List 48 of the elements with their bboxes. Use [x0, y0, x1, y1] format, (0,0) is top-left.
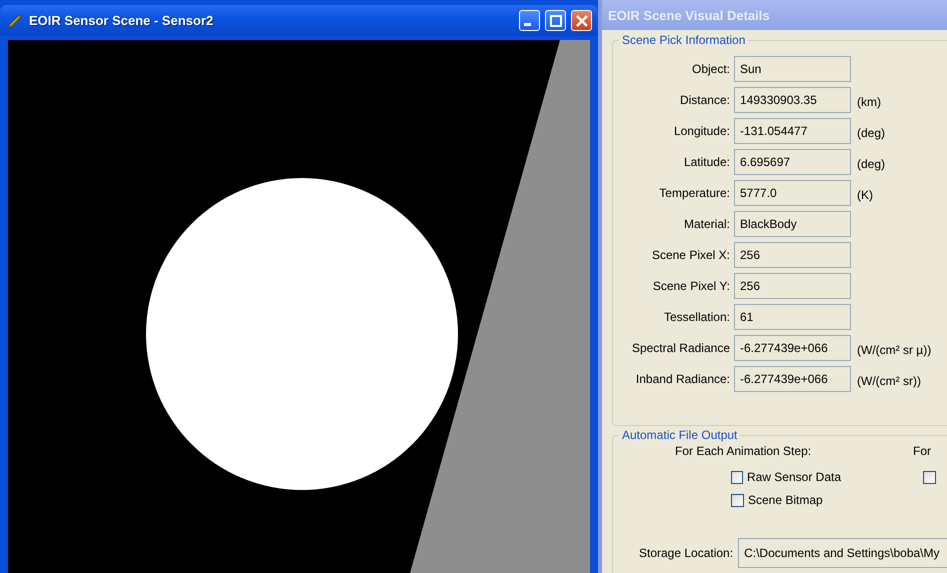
checkbox-label: Raw Sensor Data: [746, 470, 841, 484]
close-icon: [576, 14, 588, 26]
path-field[interactable]: C:\Documents and Settings\boba\My: [738, 538, 947, 568]
field-label: Temperature:: [658, 186, 730, 200]
field-label: Longitude:: [672, 124, 730, 138]
unit-label: (W/(cm² sr µ)): [856, 342, 932, 357]
value-field[interactable]: 6.695697: [734, 149, 851, 175]
value-field[interactable]: BlackBody: [734, 211, 851, 237]
checkbox-label: Scene Bitmap: [748, 493, 823, 507]
checkbox[interactable]: [731, 494, 744, 506]
unit-label: (deg): [856, 156, 886, 171]
field-label: Scene Pixel Y:: [652, 279, 730, 293]
value-field[interactable]: 256: [734, 242, 851, 268]
value-field[interactable]: 256: [734, 273, 851, 299]
value-field[interactable]: -6.277439e+066: [734, 366, 851, 392]
checkbox[interactable]: [923, 470, 936, 484]
window-title: EOIR Sensor Scene - Sensor2: [29, 13, 214, 28]
maximize-icon: [550, 14, 562, 26]
pen-icon: [6, 12, 24, 30]
column-heading: For: [913, 444, 931, 460]
unit-label: (km): [856, 94, 882, 109]
field-label: Latitude:: [682, 155, 730, 169]
window-title: EOIR Scene Visual Details: [608, 8, 770, 22]
value-field[interactable]: 61: [734, 304, 851, 330]
field-label: Inband Radiance:: [634, 372, 730, 386]
value-field[interactable]: -131.054477: [734, 118, 851, 144]
group-title: Scene Pick Information: [621, 33, 746, 47]
checkbox[interactable]: [731, 470, 743, 484]
minimize-button[interactable]: [519, 10, 540, 31]
field-label: Scene Pixel X:: [650, 248, 730, 262]
value-field[interactable]: Sun: [734, 56, 851, 82]
field-label: Tessellation:: [662, 310, 730, 324]
field-label: Material:: [682, 217, 730, 231]
unit-label: (K): [856, 187, 874, 202]
maximize-button[interactable]: [545, 10, 566, 31]
unit-label: (deg): [856, 125, 886, 140]
value-field[interactable]: -6.277439e+066: [734, 335, 851, 361]
unit-label: (W/(cm² sr)): [856, 373, 922, 388]
field-label: Object:: [690, 62, 730, 76]
field-label: Distance:: [678, 93, 730, 107]
group-title: Automatic File Output: [621, 428, 738, 442]
minimize-icon: [524, 23, 531, 26]
field-label: Storage Location:: [639, 546, 734, 560]
value-field[interactable]: 5777.0: [734, 180, 851, 206]
column-heading: For Each Animation Step:: [675, 444, 812, 460]
close-button[interactable]: [571, 10, 592, 31]
field-label: Spectral Radiance: [630, 341, 730, 355]
value-field[interactable]: 149330903.35: [734, 87, 851, 113]
